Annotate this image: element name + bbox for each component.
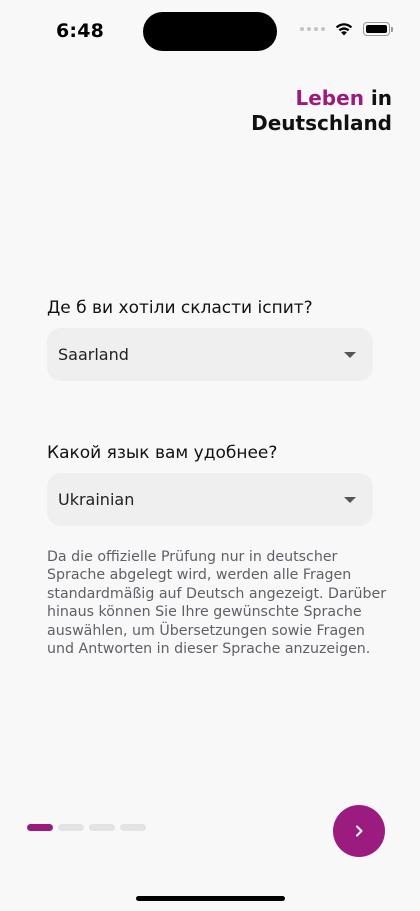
language-question: Какой язык вам удобнее? xyxy=(47,443,278,463)
wifi-icon xyxy=(335,23,353,36)
app-logo: Leben in Deutschland xyxy=(251,86,392,136)
page-indicator xyxy=(27,824,146,831)
language-select[interactable]: Ukrainian xyxy=(47,473,373,526)
language-value: Ukrainian xyxy=(58,490,135,509)
page-dot xyxy=(89,824,115,831)
language-info-text: Da die offizielle Prüfung nur in deutsch… xyxy=(47,549,387,658)
exam-state-value: Saarland xyxy=(58,345,129,364)
dynamic-island xyxy=(143,12,277,51)
next-button[interactable] xyxy=(333,805,385,857)
cellular-signal-icon xyxy=(300,27,325,31)
dropdown-caret-icon xyxy=(344,496,356,503)
logo-line-2: Deutschland xyxy=(251,111,392,135)
chevron-right-icon xyxy=(356,825,363,837)
page-dot xyxy=(58,824,84,831)
page-dot xyxy=(120,824,146,831)
dropdown-caret-icon xyxy=(344,351,356,358)
exam-state-question: Де б ви хотіли скласти іспит? xyxy=(47,298,313,318)
onboarding-screen: 6:48 Leben in Deutschland Де б ви хотіли… xyxy=(0,0,420,911)
status-icons xyxy=(300,22,393,36)
page-dot-active xyxy=(27,824,53,831)
exam-state-select[interactable]: Saarland xyxy=(47,328,373,381)
logo-accent-word: Leben xyxy=(295,86,364,110)
battery-icon xyxy=(363,22,393,36)
logo-line-1: Leben in xyxy=(251,86,393,111)
status-time: 6:48 xyxy=(56,20,105,42)
logo-line-1-rest: in xyxy=(363,86,392,110)
home-indicator[interactable] xyxy=(136,896,285,901)
